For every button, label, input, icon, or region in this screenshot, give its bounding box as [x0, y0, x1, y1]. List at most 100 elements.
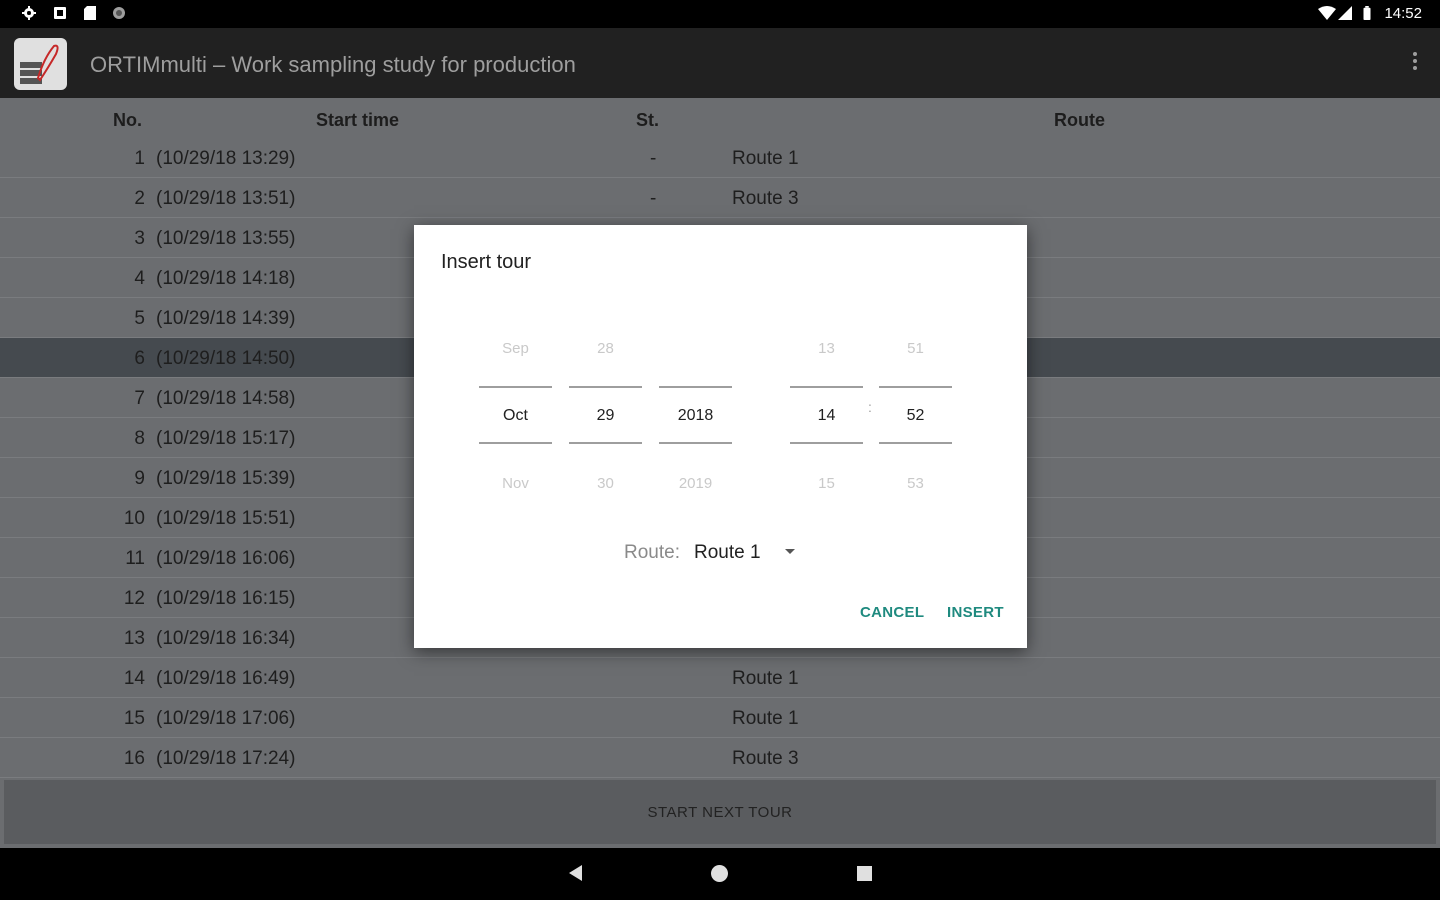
back-icon[interactable]: [569, 865, 582, 881]
row-start-time: (10/29/18 16:15): [156, 588, 296, 609]
status-bar: 14:52: [0, 0, 1440, 28]
month-prev[interactable]: Sep: [479, 340, 552, 357]
row-status: -: [650, 188, 657, 209]
row-number: 3: [134, 228, 145, 249]
row-number: 4: [134, 268, 145, 289]
table-row[interactable]: 1 (10/29/18 13:29) - Route 1: [0, 138, 1440, 178]
time-separator: :: [868, 399, 872, 415]
row-start-time: (10/29/18 16:34): [156, 628, 296, 649]
table-row[interactable]: 16 (10/29/18 17:24) Route 3: [0, 738, 1440, 778]
row-start-time: (10/29/18 16:49): [156, 668, 296, 689]
row-start-time: (10/29/18 14:58): [156, 388, 296, 409]
hour-next[interactable]: 15: [790, 475, 863, 492]
row-route: Route 3: [732, 188, 799, 209]
row-number: 6: [134, 348, 145, 369]
route-select[interactable]: Route 1: [694, 542, 761, 564]
home-icon[interactable]: [711, 865, 728, 882]
minute-prev[interactable]: 51: [879, 340, 952, 357]
start-next-tour-bar: START NEXT TOUR: [4, 780, 1436, 844]
table-row[interactable]: 2 (10/29/18 13:51) - Route 3: [0, 178, 1440, 218]
table-row[interactable]: 14 (10/29/18 16:49) Route 1: [0, 658, 1440, 698]
app-logo-icon: [14, 38, 67, 90]
insert-button[interactable]: INSERT: [947, 604, 1004, 621]
overflow-menu-icon[interactable]: [1412, 52, 1418, 74]
row-start-time: (10/29/18 13:55): [156, 228, 296, 249]
month-current[interactable]: Oct: [479, 407, 552, 425]
spinner-divider: [659, 442, 732, 444]
sd-card-icon: [84, 6, 96, 20]
gear-icon: [22, 6, 36, 20]
row-number: 14: [123, 668, 145, 689]
row-number: 8: [134, 428, 145, 449]
table-header: No. Start time St. Route: [0, 98, 1440, 140]
signal-icon: [1338, 6, 1352, 20]
row-route: Route 1: [732, 708, 799, 729]
row-number: 10: [123, 508, 145, 529]
year-next[interactable]: 2019: [659, 475, 732, 492]
day-prev[interactable]: 28: [569, 340, 642, 357]
spinner-divider: [479, 386, 552, 388]
row-start-time: (10/29/18 14:18): [156, 268, 296, 289]
app-logo-graphic: [20, 44, 59, 84]
row-number: 12: [123, 588, 145, 609]
row-start-time: (10/29/18 14:39): [156, 308, 296, 329]
row-start-time: (10/29/18 15:17): [156, 428, 296, 449]
navigation-bar: [0, 848, 1440, 900]
hour-current[interactable]: 14: [790, 407, 863, 425]
recent-apps-icon[interactable]: [857, 866, 872, 881]
hour-prev[interactable]: 13: [790, 340, 863, 357]
row-number: 16: [123, 748, 145, 769]
row-number: 15: [123, 708, 145, 729]
spinner-divider: [569, 386, 642, 388]
row-number: 9: [134, 468, 145, 489]
battery-icon: [1363, 6, 1371, 20]
column-header-no: No.: [113, 110, 142, 130]
row-start-time: (10/29/18 17:06): [156, 708, 296, 729]
circle-icon: [113, 7, 125, 19]
row-status: -: [650, 148, 657, 169]
row-start-time: (10/29/18 13:51): [156, 188, 296, 209]
row-number: 11: [125, 548, 145, 569]
minute-next[interactable]: 53: [879, 475, 952, 492]
status-time: 14:52: [1384, 5, 1422, 22]
row-route: Route 1: [732, 668, 799, 689]
row-start-time: (10/29/18 15:51): [156, 508, 296, 529]
dropdown-arrow-icon[interactable]: [785, 549, 795, 554]
download-icon: [54, 7, 66, 19]
cancel-button[interactable]: CANCEL: [860, 604, 924, 621]
spinner-divider: [879, 386, 952, 388]
row-number: 5: [134, 308, 145, 329]
spinner-divider: [790, 386, 863, 388]
row-route: Route 3: [732, 748, 799, 769]
spinner-divider: [479, 442, 552, 444]
column-header-status: St.: [636, 110, 660, 130]
column-header-route: Route: [1054, 110, 1105, 130]
row-route: Route 1: [732, 148, 799, 169]
app-bar: ORTIMmulti – Work sampling study for pro…: [0, 28, 1440, 98]
app-title: ORTIMmulti – Work sampling study for pro…: [90, 52, 576, 77]
start-next-tour-button[interactable]: START NEXT TOUR: [4, 780, 1436, 844]
year-current[interactable]: 2018: [659, 407, 732, 425]
route-label: Route:: [624, 542, 680, 563]
row-number: 1: [134, 148, 145, 169]
spinner-divider: [659, 386, 732, 388]
row-start-time: (10/29/18 13:29): [156, 148, 296, 169]
wifi-icon: [1318, 6, 1336, 20]
dialog-title: Insert tour: [441, 251, 532, 273]
row-start-time: (10/29/18 16:06): [156, 548, 296, 569]
spinner-divider: [569, 442, 642, 444]
app-screen: 14:52 ORTIMmulti – Work sampling study f…: [0, 0, 1440, 900]
day-current[interactable]: 29: [569, 407, 642, 425]
month-next[interactable]: Nov: [479, 475, 552, 492]
spinner-divider: [790, 442, 863, 444]
row-number: 7: [134, 388, 145, 409]
table-row[interactable]: 15 (10/29/18 17:06) Route 1: [0, 698, 1440, 738]
day-next[interactable]: 30: [569, 475, 642, 492]
row-number: 2: [134, 188, 145, 209]
minute-current[interactable]: 52: [879, 407, 952, 425]
row-start-time: (10/29/18 17:24): [156, 748, 296, 769]
row-number: 13: [123, 628, 145, 649]
row-start-time: (10/29/18 15:39): [156, 468, 296, 489]
insert-tour-dialog: Insert tour: [414, 225, 1027, 648]
column-header-start-time: Start time: [316, 110, 400, 130]
